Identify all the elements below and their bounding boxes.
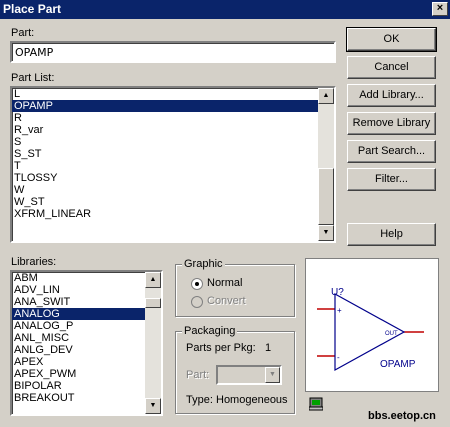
part-list-item[interactable]: XFRM_LINEAR — [12, 208, 318, 220]
convert-radio — [191, 296, 203, 308]
part-list[interactable]: L OPAMP R R_var S S_ST T TLOSSY W W_ST XFRM_LINEAR… — [10, 86, 336, 243]
part-search-button[interactable]: Part Search... — [347, 140, 436, 163]
window-titlebar: Place Part × — [0, 0, 450, 19]
part-list-item[interactable]: T — [12, 160, 318, 172]
help-button[interactable]: Help — [347, 223, 436, 246]
type-label: Type: — [186, 394, 213, 406]
part-select-label: Part: — [186, 369, 210, 381]
part-list-label: Part List: — [11, 72, 55, 84]
library-item[interactable]: BIPOLAR — [12, 380, 145, 392]
scroll-down-icon[interactable]: ▼ — [145, 398, 161, 414]
chevron-down-icon: ▼ — [265, 367, 280, 383]
part-list-item[interactable]: S — [12, 136, 318, 148]
type-value: Homogeneous — [216, 394, 288, 406]
ok-button[interactable]: OK — [346, 27, 437, 52]
scroll-thumb[interactable] — [318, 168, 334, 225]
packaging-group: Packaging Parts per Pkg: 1 Part: ▼ Type:… — [175, 325, 295, 414]
plus-sign: + — [337, 306, 342, 315]
window-title: Place Part — [3, 2, 62, 16]
library-item[interactable]: ADV_LIN — [12, 284, 145, 296]
part-name-label: OPAMP — [380, 359, 416, 370]
part-input[interactable]: OPAMP — [10, 41, 336, 63]
filter-button[interactable]: Filter... — [347, 168, 436, 191]
close-icon[interactable]: × — [432, 2, 448, 16]
part-editor-icon[interactable] — [308, 397, 324, 411]
part-list-item[interactable]: W — [12, 184, 318, 196]
part-list-item[interactable]: W_ST — [12, 196, 318, 208]
normal-radio-label: Normal — [207, 277, 243, 289]
libraries-list[interactable]: ABM ADV_LIN ANA_SWIT ANALOG ANALOG_P ANL_MISC… — [10, 270, 163, 416]
part-list-item[interactable]: L — [12, 88, 318, 100]
library-item[interactable]: ANALOG_P — [12, 320, 145, 332]
minus-sign: - — [337, 353, 340, 362]
packaging-group-title: Packaging — [182, 325, 238, 337]
scroll-thumb[interactable] — [145, 298, 161, 308]
library-item[interactable]: ANA_SWIT — [12, 296, 145, 308]
scroll-down-icon[interactable]: ▼ — [318, 225, 334, 241]
part-list-item[interactable]: S_ST — [12, 148, 318, 160]
library-item[interactable]: ANL_MISC — [12, 332, 145, 344]
graphic-group-title: Graphic — [182, 258, 225, 270]
scroll-up-icon[interactable]: ▲ — [318, 88, 334, 104]
add-library-button[interactable]: Add Library... — [347, 84, 436, 107]
remove-library-button[interactable]: Remove Library — [347, 112, 436, 135]
normal-radio[interactable] — [191, 278, 203, 290]
part-list-item[interactable]: OPAMP — [12, 100, 318, 112]
library-item[interactable]: BREAKOUT — [12, 392, 145, 404]
library-item[interactable]: ABM — [12, 272, 145, 284]
part-select: ▼ — [216, 365, 282, 385]
part-list-item[interactable]: R_var — [12, 124, 318, 136]
part-preview: U? + - OUT OPAMP — [305, 258, 439, 392]
parts-per-pkg-value: 1 — [265, 342, 272, 354]
library-item[interactable]: ANALOG — [12, 308, 145, 320]
scroll-up-icon[interactable]: ▲ — [145, 272, 161, 288]
convert-radio-label: Convert — [207, 295, 246, 307]
library-item[interactable]: APEX_PWM — [12, 368, 145, 380]
library-item[interactable]: ANLG_DEV — [12, 344, 145, 356]
part-list-item[interactable]: TLOSSY — [12, 172, 318, 184]
part-list-item[interactable]: R — [12, 112, 318, 124]
libraries-scrollbar[interactable]: ▲ ▼ — [145, 272, 161, 414]
libraries-label: Libraries: — [11, 256, 57, 268]
part-list-scrollbar[interactable]: ▲ ▼ — [318, 88, 334, 241]
cancel-button[interactable]: Cancel — [347, 56, 436, 79]
out-label: OUT — [385, 331, 398, 337]
part-label: Part: — [11, 27, 35, 39]
watermark: bbs.eetop.cn — [368, 410, 436, 422]
library-item[interactable]: APEX — [12, 356, 145, 368]
parts-per-pkg-label: Parts per Pkg: — [186, 342, 256, 354]
graphic-group: Graphic Normal Convert — [175, 258, 295, 317]
ref-designator: U? — [331, 287, 344, 298]
